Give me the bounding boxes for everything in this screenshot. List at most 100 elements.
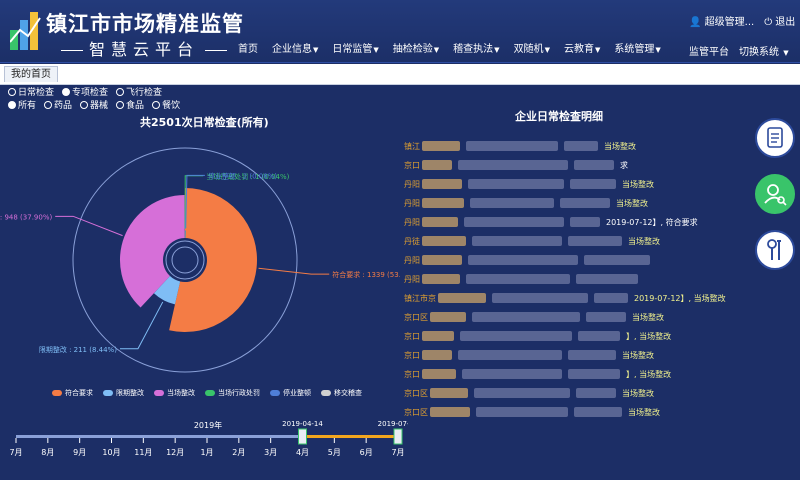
- redacted-name: [422, 331, 454, 341]
- redacted-name: [422, 369, 456, 379]
- detail-row-prefix: 京口: [404, 161, 420, 170]
- detail-row[interactable]: 镇江市京 2019-07-12】, 当场整改: [404, 290, 744, 308]
- brand-title: 镇江市市场精准监管: [46, 12, 244, 36]
- detail-row[interactable]: 京口区 当场整改: [404, 404, 744, 422]
- detail-row[interactable]: 镇江 当场整改: [404, 138, 744, 156]
- nav-item-label: 系统管理: [614, 44, 655, 55]
- timeline-month-label: 9月: [73, 448, 86, 457]
- platform-link[interactable]: 监管平台: [689, 43, 729, 58]
- switch-system-menu[interactable]: 切换系统 ▼: [739, 43, 789, 58]
- user-menu[interactable]: 👤 超级管理...: [689, 13, 754, 28]
- timeline-month-label: 7月: [9, 448, 22, 457]
- detail-row[interactable]: 丹阳 当场整改: [404, 195, 744, 213]
- detail-row[interactable]: 京口区 当场整改: [404, 385, 744, 403]
- user-search-icon: [764, 184, 787, 206]
- document-icon: [767, 127, 783, 148]
- redacted-name: [430, 407, 470, 417]
- inspection-type-radio-label: 日常检查: [18, 88, 55, 98]
- timeline-start-handle[interactable]: [298, 428, 307, 445]
- nav-item-1[interactable]: 企业信息▼: [272, 40, 318, 55]
- timeline-month-label: 6月: [360, 448, 373, 457]
- inspection-type-radio-0[interactable]: 日常检查: [8, 85, 54, 98]
- enterprise-search-button[interactable]: [755, 174, 795, 214]
- detail-row-prefix: 京口区: [404, 389, 428, 398]
- chevron-down-icon: ▼: [783, 49, 789, 57]
- redacted-date: [570, 217, 600, 227]
- nav-item-6[interactable]: 云教育▼: [564, 40, 600, 55]
- redacted-name: [430, 312, 466, 322]
- report-list-button[interactable]: [755, 118, 795, 158]
- legend-label: 符合要求: [65, 389, 93, 397]
- detail-row[interactable]: 丹阳: [404, 252, 744, 270]
- legend-item-3[interactable]: 当场行政处罚: [205, 388, 260, 398]
- inspection-type-radio-label: 专项检查: [72, 88, 109, 98]
- chevron-down-icon: ▼: [655, 46, 661, 54]
- legend-item-1[interactable]: 限期整改: [103, 388, 144, 398]
- detail-row[interactable]: 京口 】, 当场整改: [404, 328, 744, 346]
- inspection-type-radio-label: 飞行检查: [126, 88, 163, 98]
- nav-item-3[interactable]: 抽检检验▼: [393, 40, 439, 55]
- detail-row[interactable]: 京口 当场整改: [404, 347, 744, 365]
- radio-button-icon: [8, 87, 16, 96]
- redacted-date: [576, 388, 616, 398]
- radio-button-icon: [116, 87, 125, 96]
- legend-item-4[interactable]: 停业整顿: [270, 388, 311, 398]
- inspection-type-radio-2[interactable]: 飞行检查: [116, 85, 162, 98]
- radio-button-icon: [44, 100, 53, 109]
- legend-item-5[interactable]: 移交稽查: [321, 388, 362, 398]
- detail-row-prefix: 京口: [404, 351, 420, 360]
- redacted-name: [422, 141, 460, 151]
- detail-row[interactable]: 丹徒 当场整改: [404, 233, 744, 251]
- user-name: 超级管理...: [704, 17, 755, 28]
- detail-row[interactable]: 京口 】, 当场整改: [404, 366, 744, 384]
- detail-row[interactable]: 丹阳 2019-07-12】, 符合要求: [404, 214, 744, 232]
- detail-row[interactable]: 丹阳: [404, 271, 744, 289]
- category-radio-0[interactable]: 所有: [8, 98, 36, 111]
- detail-row-status: 当场整改: [632, 313, 664, 322]
- tab-home[interactable]: 我的首页: [4, 66, 58, 82]
- inspection-type-radio-1[interactable]: 专项检查: [62, 85, 108, 98]
- detail-row-prefix: 丹阳: [404, 218, 420, 227]
- redacted-address: [468, 179, 564, 189]
- category-radio-2[interactable]: 器械: [80, 98, 108, 111]
- detail-row-status: 当场整改: [622, 389, 654, 398]
- radio-button-icon: [8, 100, 16, 109]
- tools-icon: [767, 239, 781, 260]
- nav-item-0[interactable]: 首页: [238, 40, 258, 55]
- nav-item-2[interactable]: 日常监管▼: [332, 40, 378, 55]
- redacted-date: [568, 350, 616, 360]
- chevron-down-icon: ▼: [494, 46, 500, 54]
- timeline-end-handle[interactable]: [393, 428, 403, 445]
- nav-item-label: 稽查执法: [453, 44, 494, 55]
- legend-item-0[interactable]: 符合要求: [52, 388, 93, 398]
- detail-row[interactable]: 丹阳 当场整改: [404, 176, 744, 194]
- pie-leader-line: [55, 215, 123, 237]
- detail-row[interactable]: 京口区 当场整改: [404, 309, 744, 327]
- nav-item-7[interactable]: 系统管理▼: [614, 40, 660, 55]
- detail-row-status: 】, 当场整改: [626, 370, 672, 379]
- nav-item-5[interactable]: 双随机▼: [514, 40, 550, 55]
- legend-item-2[interactable]: 当场整改: [154, 388, 195, 398]
- category-radio-1[interactable]: 药品: [44, 98, 72, 111]
- detail-row[interactable]: 京口 求: [404, 157, 744, 175]
- logout-button[interactable]: ⏻ 退出: [764, 13, 795, 28]
- tools-button[interactable]: [755, 230, 795, 270]
- date-range-timeline[interactable]: 2019年 7月 8月 9月 10月 11月 12月 1月 2月 3月 4月 5月 6月 7月 2019-0…: [8, 410, 408, 480]
- nav-item-4[interactable]: 稽查执法▼: [453, 40, 499, 55]
- category-radio-4[interactable]: 餐饮: [152, 98, 180, 111]
- legend-swatch: [103, 390, 113, 396]
- legend-swatch: [154, 390, 164, 396]
- chevron-down-icon: ▼: [373, 46, 379, 54]
- redacted-date: [578, 331, 620, 341]
- redacted-name: [438, 293, 486, 303]
- pie-leader-line: [119, 301, 164, 350]
- detail-row-prefix: 丹阳: [404, 256, 420, 265]
- switch-system-label: 切换系统: [739, 47, 779, 58]
- detail-row-status: 求: [620, 161, 628, 170]
- pie-slice-3[interactable]: [184, 230, 186, 239]
- redacted-address: [492, 293, 588, 303]
- detail-row-prefix: 丹阳: [404, 180, 420, 189]
- category-radio-3[interactable]: 食品: [116, 98, 144, 111]
- timeline-month-label: 1月: [200, 448, 213, 457]
- timeline-month-label: 5月: [328, 448, 341, 457]
